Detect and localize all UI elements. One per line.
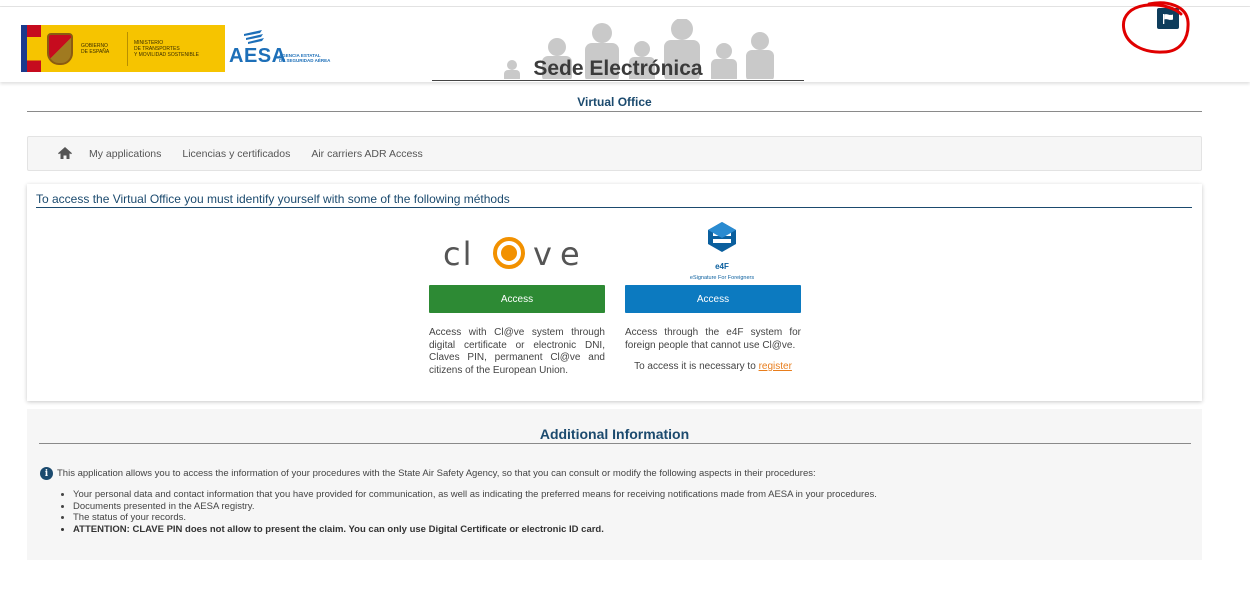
aesa-logo[interactable]: AESA AGENCIA ESTATAL DE SEGURIDAD AÉREA (229, 30, 344, 70)
coat-of-arms-icon (47, 32, 73, 65)
list-item-attention: ATTENTION: CLAVE PIN does not allow to p… (73, 524, 877, 536)
breadcrumb-licencias[interactable]: Licencias y certificados (182, 148, 290, 160)
access-methods-panel: To access the Virtual Office you must id… (27, 184, 1202, 401)
page-title: Virtual Office (577, 95, 652, 109)
list-item: The status of your records. (73, 512, 877, 524)
info-icon: i (40, 467, 53, 480)
government-text: GOBIERNO DE ESPAÑA (81, 42, 110, 55)
access-panel-title: To access the Virtual Office you must id… (36, 192, 510, 206)
site-header: GOBIERNO DE ESPAÑA MINISTERIO DE TRANSPO… (0, 7, 1250, 82)
register-prefix: To access it is necessary to (634, 361, 759, 372)
breadcrumb: My applications Licencias y certificados… (27, 136, 1202, 171)
logo-divider (127, 31, 128, 66)
red-circle-annotation (1121, 1, 1190, 54)
svg-text:ve: ve (533, 235, 588, 273)
page-title-underline (27, 111, 1202, 112)
additional-info-intro: i This application allows you to access … (40, 467, 816, 480)
breadcrumb-my-applications[interactable]: My applications (89, 148, 161, 160)
e4f-wordmark: e4F (715, 262, 729, 271)
home-icon[interactable] (58, 147, 72, 160)
e4f-description: Access through the e4F system for foreig… (625, 327, 801, 351)
additional-info-intro-text: This application allows you to access th… (57, 468, 816, 479)
additional-info-list: Your personal data and contact informati… (73, 489, 877, 535)
breadcrumb-air-carriers[interactable]: Air carriers ADR Access (311, 148, 422, 160)
register-line: To access it is necessary to register (625, 361, 801, 372)
e4f-access-button[interactable]: Access (625, 285, 801, 313)
clave-logo: cl ve (443, 235, 588, 273)
aesa-wordmark: AESA (229, 45, 287, 67)
government-logo[interactable]: GOBIERNO DE ESPAÑA MINISTERIO DE TRANSPO… (21, 25, 225, 72)
access-panel-underline (36, 207, 1192, 208)
ministry-text: MINISTERIO DE TRANSPORTES Y MOVILIDAD SO… (134, 39, 199, 58)
register-link[interactable]: register (759, 361, 792, 372)
additional-information-panel: Additional Information i This applicatio… (27, 409, 1202, 560)
svg-text:cl: cl (443, 235, 473, 273)
sede-title: Sede Electrónica (533, 57, 703, 80)
additional-info-title: Additional Information (539, 426, 690, 442)
sede-underline (432, 80, 804, 81)
aesa-wings-icon (244, 30, 264, 44)
clave-description: Access with Cl@ve system through digital… (429, 327, 605, 376)
aesa-subtitle: AGENCIA ESTATAL DE SEGURIDAD AÉREA (279, 53, 331, 63)
e4f-logo: e4F eSignature For Foreigners (655, 220, 790, 284)
list-item: Your personal data and contact informati… (73, 489, 877, 501)
list-item: Documents presented in the AESA registry… (73, 501, 877, 513)
additional-info-underline (39, 443, 1191, 444)
spain-flag-icon (21, 25, 41, 72)
e4f-tagline: eSignature For Foreigners (690, 275, 754, 281)
clave-access-button[interactable]: Access (429, 285, 605, 313)
sede-banner[interactable]: Sede Electrónica (432, 19, 804, 82)
e4f-emblem-icon: e4F eSignature For Foreigners (690, 222, 754, 281)
